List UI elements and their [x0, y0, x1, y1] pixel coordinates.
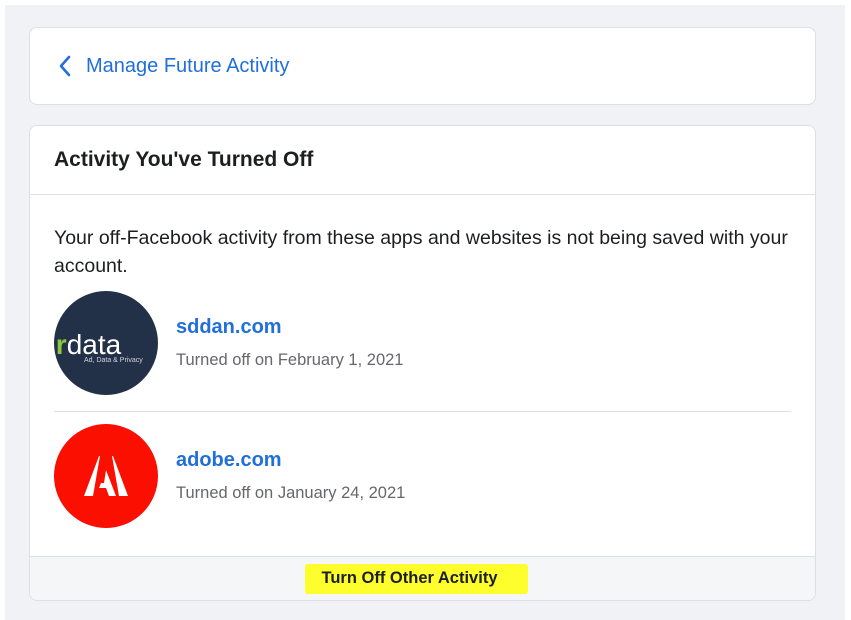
app-row-sddan: irdata Ad, Data & Privacy sddan.com Turn… [54, 291, 794, 395]
app-info: sddan.com Turned off on February 1, 2021 [176, 316, 403, 370]
divider [54, 411, 791, 412]
app-name-link[interactable]: adobe.com [176, 449, 282, 472]
card-footer: Turn Off Other Activity [30, 556, 815, 600]
adobe-icon [84, 456, 128, 496]
turn-off-other-activity-button[interactable]: Turn Off Other Activity [305, 563, 528, 594]
back-link[interactable]: Manage Future Activity [58, 55, 289, 78]
section-title: Activity You've Turned Off [30, 126, 815, 195]
nav-card: Manage Future Activity [29, 27, 816, 105]
chevron-left-icon [59, 55, 71, 77]
adobe-logo[interactable] [54, 424, 158, 528]
app-status: Turned off on January 24, 2021 [176, 484, 406, 502]
app-status: Turned off on February 1, 2021 [176, 351, 404, 369]
app-info: adobe.com Turned off on January 24, 2021 [176, 449, 405, 503]
section-description: Your off-Facebook activity from these ap… [54, 227, 788, 277]
back-link-label: Manage Future Activity [86, 54, 290, 77]
turned-off-activity-card: Activity You've Turned Off Your off-Face… [29, 125, 816, 601]
sirdata-logo[interactable]: irdata Ad, Data & Privacy [54, 291, 158, 395]
app-name-link[interactable]: sddan.com [176, 316, 282, 339]
app-row-adobe: adobe.com Turned off on January 24, 2021 [54, 424, 794, 528]
